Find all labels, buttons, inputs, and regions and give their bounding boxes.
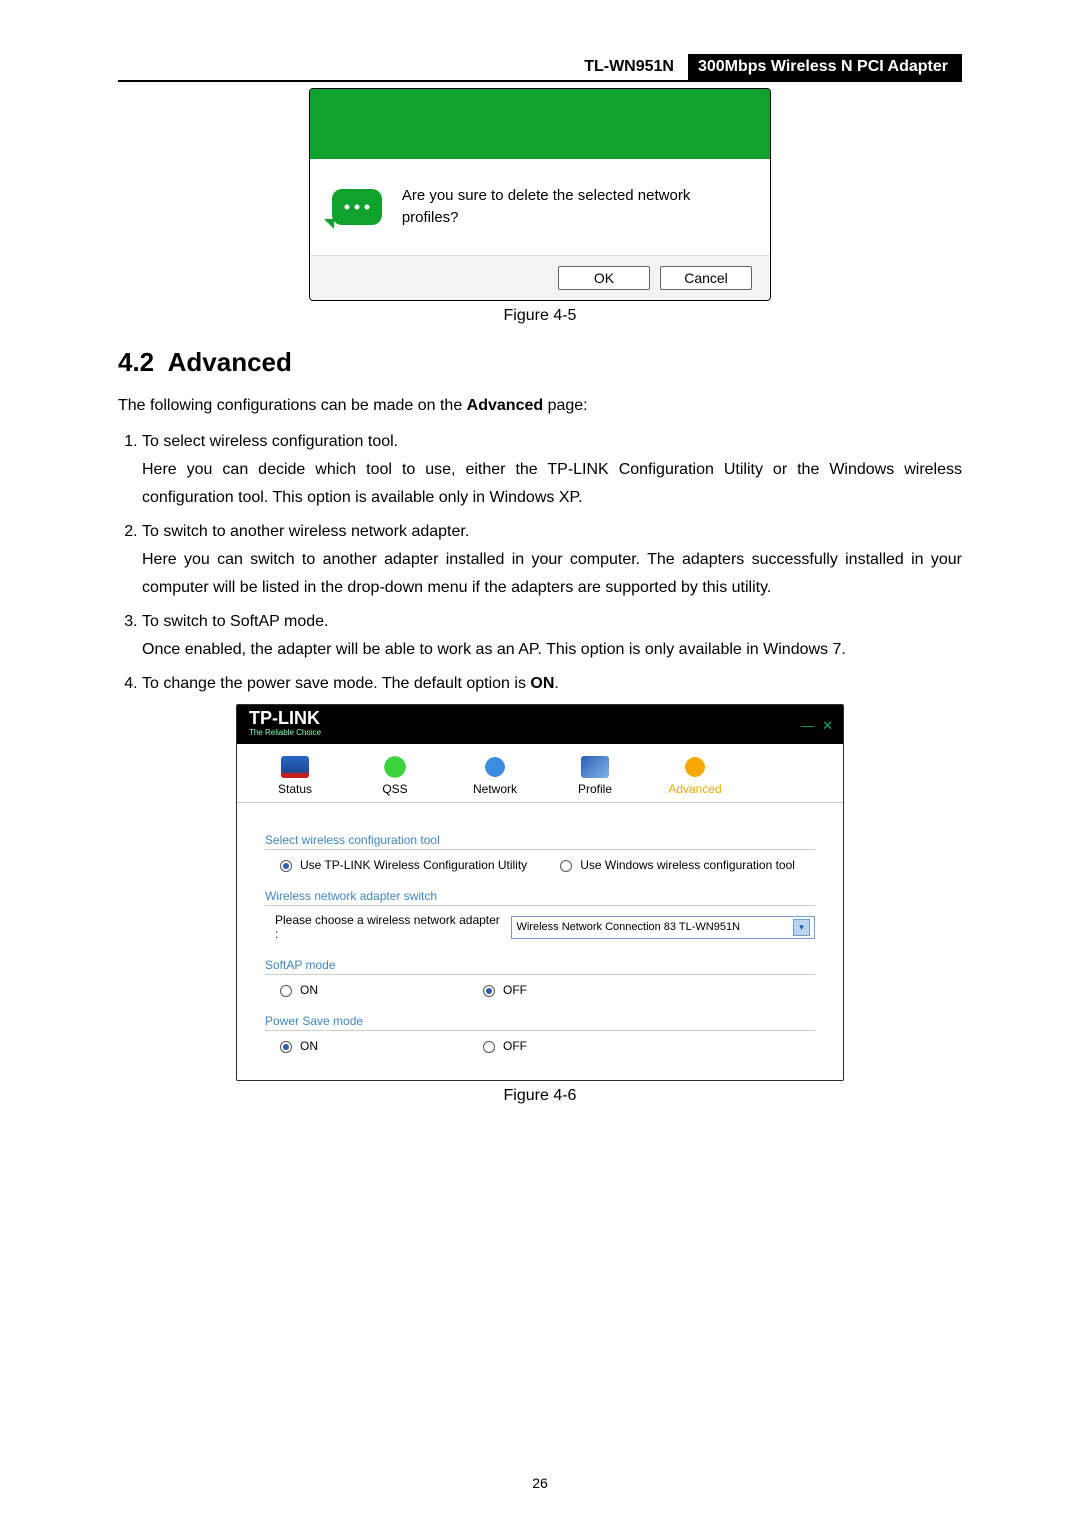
close-icon[interactable]: ✕: [822, 718, 833, 734]
tab-qss[interactable]: QSS: [345, 750, 445, 802]
tab-network[interactable]: Network: [445, 750, 545, 802]
dialog-message: Are you sure to delete the selected netw…: [402, 185, 750, 229]
config-tool-legend: Select wireless configuration tool: [265, 833, 815, 850]
list-item: To select wireless configuration tool. H…: [142, 428, 962, 512]
power-save-legend: Power Save mode: [265, 1014, 815, 1031]
figure-4-5-caption: Figure 4-5: [118, 307, 962, 325]
radio-tplink-tool[interactable]: Use TP-LINK Wireless Configuration Utili…: [275, 857, 527, 872]
radio-powersave-off[interactable]: OFF: [478, 1038, 527, 1053]
cancel-button[interactable]: Cancel: [660, 266, 752, 290]
section-number: 4.2: [118, 347, 154, 377]
list-item: To change the power save mode. The defau…: [142, 670, 962, 698]
status-icon: [281, 756, 309, 778]
adapter-select[interactable]: Wireless Network Connection 83 TL-WN951N…: [511, 916, 815, 939]
tp-link-logo: TP-LINK The Reliable Choice: [249, 711, 321, 740]
section-heading: 4.2 Advanced: [118, 347, 962, 378]
tp-link-utility-window: TP-LINK The Reliable Choice — ✕ Status Q…: [236, 704, 844, 1081]
list-item: To switch to another wireless network ad…: [142, 518, 962, 602]
ok-button[interactable]: OK: [558, 266, 650, 290]
confirm-delete-dialog: Are you sure to delete the selected netw…: [309, 88, 771, 301]
figure-4-6-caption: Figure 4-6: [118, 1087, 962, 1105]
radio-powersave-on[interactable]: ON: [275, 1038, 318, 1053]
tab-advanced[interactable]: Advanced: [645, 750, 745, 802]
qss-icon: [381, 756, 409, 778]
dialog-titlebar: [310, 89, 770, 159]
header-model: TL-WN951N: [570, 54, 688, 80]
list-item: To switch to SoftAP mode. Once enabled, …: [142, 608, 962, 664]
adapter-switch-legend: Wireless network adapter switch: [265, 889, 815, 906]
page-number: 26: [0, 1475, 1080, 1491]
tab-status[interactable]: Status: [245, 750, 345, 802]
numbered-list: To select wireless configuration tool. H…: [118, 428, 962, 698]
header-desc: 300Mbps Wireless N PCI Adapter: [688, 54, 962, 80]
minimize-icon[interactable]: —: [801, 718, 814, 734]
speech-bubble-icon: [332, 189, 382, 225]
radio-windows-tool[interactable]: Use Windows wireless configuration tool: [555, 857, 795, 872]
tab-profile[interactable]: Profile: [545, 750, 645, 802]
profile-icon: [581, 756, 609, 778]
adapter-prompt: Please choose a wireless network adapter…: [275, 913, 501, 941]
softap-legend: SoftAP mode: [265, 958, 815, 975]
section-title: Advanced: [168, 347, 292, 377]
advanced-icon: [681, 756, 709, 778]
section-intro: The following configurations can be made…: [118, 392, 962, 420]
page-header: TL-WN951N 300Mbps Wireless N PCI Adapter: [118, 54, 962, 82]
radio-softap-on[interactable]: ON: [275, 982, 318, 997]
network-icon: [481, 756, 509, 778]
chevron-down-icon: ▾: [793, 919, 810, 936]
tab-bar: Status QSS Network Profile Advanced: [237, 744, 843, 803]
radio-softap-off[interactable]: OFF: [478, 982, 527, 997]
